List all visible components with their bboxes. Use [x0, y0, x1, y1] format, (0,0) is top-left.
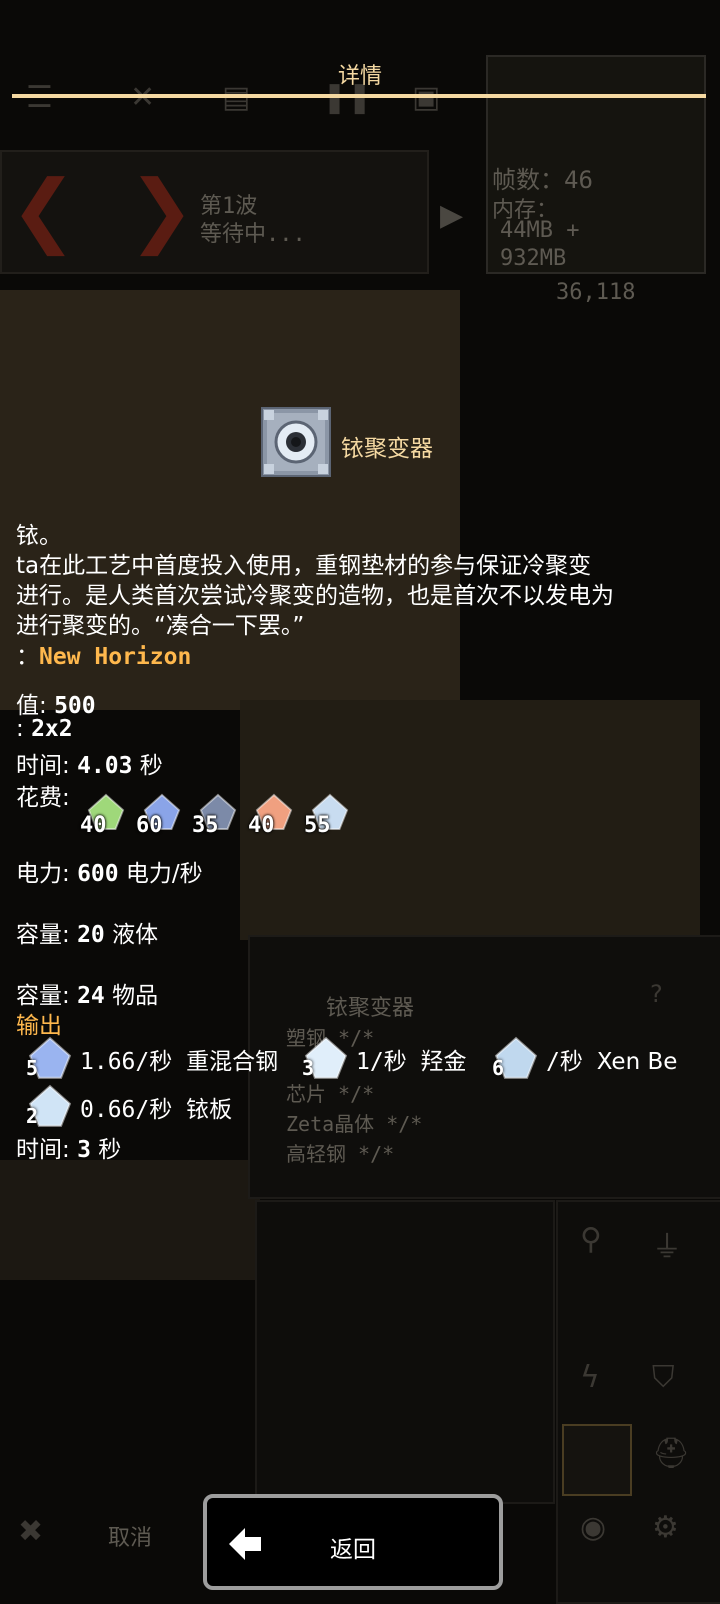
iridium-fusion-reactor-icon — [261, 407, 331, 477]
power-category-icon[interactable]: ϟ — [580, 1360, 600, 1395]
block-name: 铱聚变器 — [341, 436, 433, 462]
memory-total: 932MB — [500, 246, 567, 271]
panel-line: 芯片 */* — [286, 1082, 375, 1106]
mod-prefix: ： — [16, 644, 39, 670]
description-line: 进行聚变的。“凑合一下罢。” — [16, 613, 305, 639]
stat-value: 4.03 — [77, 753, 133, 779]
help-icon[interactable]: ? — [650, 980, 663, 1008]
logic-category-icon[interactable]: ◉ — [580, 1510, 606, 1545]
back-button[interactable]: 返回 — [203, 1494, 503, 1590]
output-count: 6 — [492, 1056, 505, 1080]
description-line: ta在此工艺中首度投入使用，重钢垫材的参与保证冷聚变 — [16, 553, 592, 579]
output-name: 重混合钢 — [186, 1049, 279, 1075]
cursor-coords: 36,118 — [556, 280, 636, 305]
stat-value: 2x2 — [31, 716, 73, 742]
panel-line: Zeta晶体 */* — [286, 1112, 423, 1136]
size-stat: : 2x2 — [16, 716, 73, 742]
stat-label: 电力: — [16, 861, 70, 887]
boss-wave-marker: ❮ ❯ — [10, 163, 195, 256]
build-value-stat: 值: 500 — [16, 686, 96, 720]
output-rate: /秒 — [546, 1049, 597, 1075]
stat-unit: 液体 — [112, 922, 159, 948]
stat-value: 3 — [77, 1137, 91, 1163]
stat-value: 24 — [77, 983, 105, 1009]
cost-amount: 35 — [192, 813, 219, 838]
cost-amount: 60 — [136, 813, 163, 838]
stat-value: 20 — [77, 922, 105, 948]
back-label: 返回 — [330, 1537, 376, 1563]
output-rate-line: /秒 Xen Be — [546, 1042, 677, 1076]
output-rate: 1.66/秒 — [80, 1049, 187, 1075]
output-count: 3 — [302, 1056, 315, 1080]
block-palette[interactable] — [255, 1200, 555, 1504]
item-capacity-stat: 容量: 24 物品 — [16, 976, 158, 1010]
cost-item: 60 — [136, 793, 194, 841]
cost-item: 55 — [304, 793, 362, 841]
stat-unit: 秒 — [98, 1137, 122, 1163]
cost-amount: 40 — [248, 813, 275, 838]
stat-unit: 电力/秒 — [125, 861, 203, 887]
distribution-category-icon[interactable]: ⚲ — [580, 1222, 602, 1257]
output-count: 2 — [26, 1104, 39, 1128]
panel-block-name: 铱聚变器 — [326, 996, 415, 1021]
liquid-capacity-stat: 容量: 20 液体 — [16, 915, 158, 949]
turret-category-icon[interactable]: ⏚ — [652, 1222, 682, 1266]
craft-time-stat: 时间: 3 秒 — [16, 1130, 121, 1164]
mod-source: ：New Horizon — [16, 637, 191, 671]
output-rate: 0.66/秒 — [80, 1097, 187, 1123]
output-name: 羟金 — [420, 1049, 467, 1075]
panel-line: 高轻钢 */* — [286, 1142, 395, 1166]
effect-category-icon[interactable]: ⚙ — [652, 1510, 679, 1545]
title-divider — [12, 94, 706, 98]
memory-used: 44MB + — [500, 218, 580, 243]
output-rate-line: 0.66/秒 铱板 — [80, 1090, 232, 1124]
wave-status: 等待中... — [200, 222, 306, 247]
stat-label: 容量: — [16, 922, 70, 948]
description-line: 铱。 — [16, 523, 62, 549]
cost-item: 35 — [192, 793, 250, 841]
stat-label: 时间: — [16, 1137, 70, 1163]
build-time-stat: 时间: 4.03 秒 — [16, 746, 163, 780]
stat-label: 时间: — [16, 753, 70, 779]
description-line: 进行。是人类首次尝试冷聚变的造物，也是首次不以发电为 — [16, 583, 614, 609]
cost-amount: 55 — [304, 813, 331, 838]
output-section-label: 输出 — [16, 1013, 62, 1039]
cancel-label[interactable]: 取消 — [108, 1520, 152, 1552]
output-name: Xen Be — [596, 1049, 678, 1075]
skip-wave-icon[interactable]: ▶ — [440, 198, 463, 233]
stat-value: 600 — [77, 861, 119, 887]
cancel-icon[interactable]: ✖ — [18, 1514, 43, 1549]
build-cost-label: 花费: — [16, 785, 70, 811]
stat-unit: 物品 — [112, 983, 159, 1009]
cost-item: 40 — [80, 793, 138, 841]
stat-unit: 秒 — [139, 753, 163, 779]
power-stat: 电力: 600 电力/秒 — [16, 854, 203, 888]
dialog-title: 详情 — [337, 64, 382, 89]
crafting-category-selected[interactable] — [562, 1424, 632, 1496]
output-rate-line: 1/秒 羟金 — [356, 1042, 467, 1076]
mod-name: New Horizon — [39, 644, 192, 670]
terrain-sand — [0, 1160, 260, 1280]
units-category-icon[interactable]: ⛑ — [652, 1436, 690, 1471]
output-rate-line: 1.66/秒 重混合钢 — [80, 1042, 278, 1076]
cost-amount: 40 — [80, 813, 107, 838]
cost-item: 40 — [248, 793, 306, 841]
output-count: 5 — [26, 1056, 39, 1080]
output-name: 铱板 — [186, 1097, 233, 1123]
defense-category-icon[interactable]: ⛉ — [652, 1360, 675, 1395]
stat-label: : — [16, 716, 24, 742]
output-rate: 1/秒 — [356, 1049, 421, 1075]
fps-label: 帧数：46 — [492, 166, 593, 194]
